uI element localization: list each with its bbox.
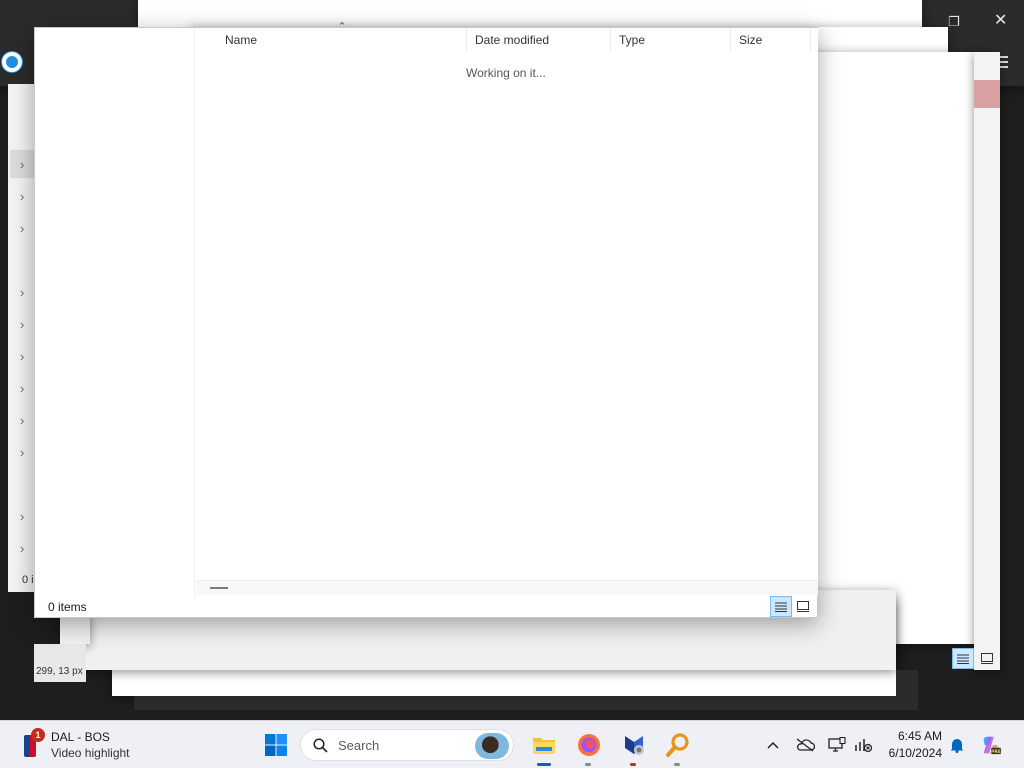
start-icon[interactable] xyxy=(262,731,290,759)
svg-text:PRE: PRE xyxy=(991,749,1001,755)
copilot-icon[interactable]: PRE xyxy=(980,734,1002,756)
active-app-indicator xyxy=(537,763,551,766)
details-view-icon xyxy=(775,602,787,612)
search-placeholder: Search xyxy=(338,738,380,753)
app-logo-icon xyxy=(2,52,22,72)
chevron-up-icon[interactable] xyxy=(762,734,784,756)
horizontal-scrollbar[interactable] xyxy=(196,580,818,595)
coordinates-readout: 299, 13 px xyxy=(36,666,83,677)
status-bar: 0 items xyxy=(35,595,817,618)
column-header-type[interactable]: Type xyxy=(611,28,731,52)
widget-subtitle: Video highlight xyxy=(51,746,130,760)
background-view-tiles-button[interactable] xyxy=(976,648,998,669)
details-view-button[interactable] xyxy=(770,596,792,617)
item-count: 0 items xyxy=(48,600,87,614)
file-explorer-window: ⌃ Name Date modified Type Size Working o… xyxy=(34,21,818,618)
column-header-date-modified[interactable]: Date modified xyxy=(467,28,611,52)
window-close-icon[interactable]: ✕ xyxy=(994,13,1007,29)
chevron-right-icon[interactable]: › xyxy=(20,414,30,428)
search-magnifier-app-icon[interactable] xyxy=(664,731,692,759)
window-restore-icon[interactable]: ❐ xyxy=(948,14,960,30)
notification-badge: 1 xyxy=(31,728,45,742)
chevron-right-icon[interactable]: › xyxy=(20,510,30,524)
chevron-right-icon[interactable]: › xyxy=(20,446,30,460)
file-list-area[interactable]: ⌃ Name Date modified Type Size Working o… xyxy=(196,21,818,581)
clock-date[interactable]: 6/10/2024 xyxy=(880,746,942,760)
search-icon xyxy=(313,738,328,753)
navigation-pane xyxy=(35,28,195,598)
chevron-right-icon[interactable]: › xyxy=(20,318,30,332)
search-highlight-image[interactable] xyxy=(475,733,509,759)
scrollbar-thumb[interactable] xyxy=(210,587,228,589)
running-app-indicator xyxy=(585,763,591,766)
partial-status-text: 0 i xyxy=(22,574,34,586)
chevron-right-icon[interactable]: › xyxy=(20,190,30,204)
running-app-indicator xyxy=(630,763,636,766)
chevron-right-icon[interactable]: › xyxy=(20,286,30,300)
large-icons-view-icon xyxy=(797,601,809,612)
search-input[interactable]: Search xyxy=(300,729,514,761)
background-window-bottom-edge xyxy=(134,696,918,710)
background-status-coords: 299, 13 px xyxy=(34,644,86,682)
large-icons-view-button[interactable] xyxy=(792,596,814,617)
widget-title: DAL - BOS xyxy=(51,730,110,744)
loading-message: Working on it... xyxy=(466,66,546,80)
firefox-icon[interactable] xyxy=(575,731,603,759)
chevron-right-icon[interactable]: › xyxy=(20,350,30,364)
chevron-right-icon[interactable]: › xyxy=(20,158,30,172)
taskbar: 1 DAL - BOS Video highlight Search 6:45 … xyxy=(0,720,1024,768)
clock-time[interactable]: 6:45 AM xyxy=(880,729,942,743)
chevron-right-icon[interactable]: › xyxy=(20,222,30,236)
onedrive-offline-icon[interactable] xyxy=(794,734,816,756)
display-settings-icon[interactable] xyxy=(826,734,848,756)
background-accent-strip xyxy=(974,80,1000,108)
column-header-name[interactable]: Name xyxy=(217,28,467,52)
notification-bell-icon[interactable] xyxy=(946,734,968,756)
chevron-right-icon[interactable]: › xyxy=(20,382,30,396)
network-disconnected-icon[interactable] xyxy=(852,734,874,756)
file-explorer-icon[interactable] xyxy=(530,731,558,759)
background-window-4 xyxy=(974,52,1000,670)
column-header-size[interactable]: Size xyxy=(731,28,811,52)
widgets-button[interactable]: 1 DAL - BOS Video highlight xyxy=(18,723,158,767)
chevron-right-icon[interactable]: › xyxy=(20,542,30,556)
running-app-indicator xyxy=(674,763,680,766)
snipping-tool-icon[interactable] xyxy=(620,731,648,759)
background-view-details-button[interactable] xyxy=(952,648,974,669)
